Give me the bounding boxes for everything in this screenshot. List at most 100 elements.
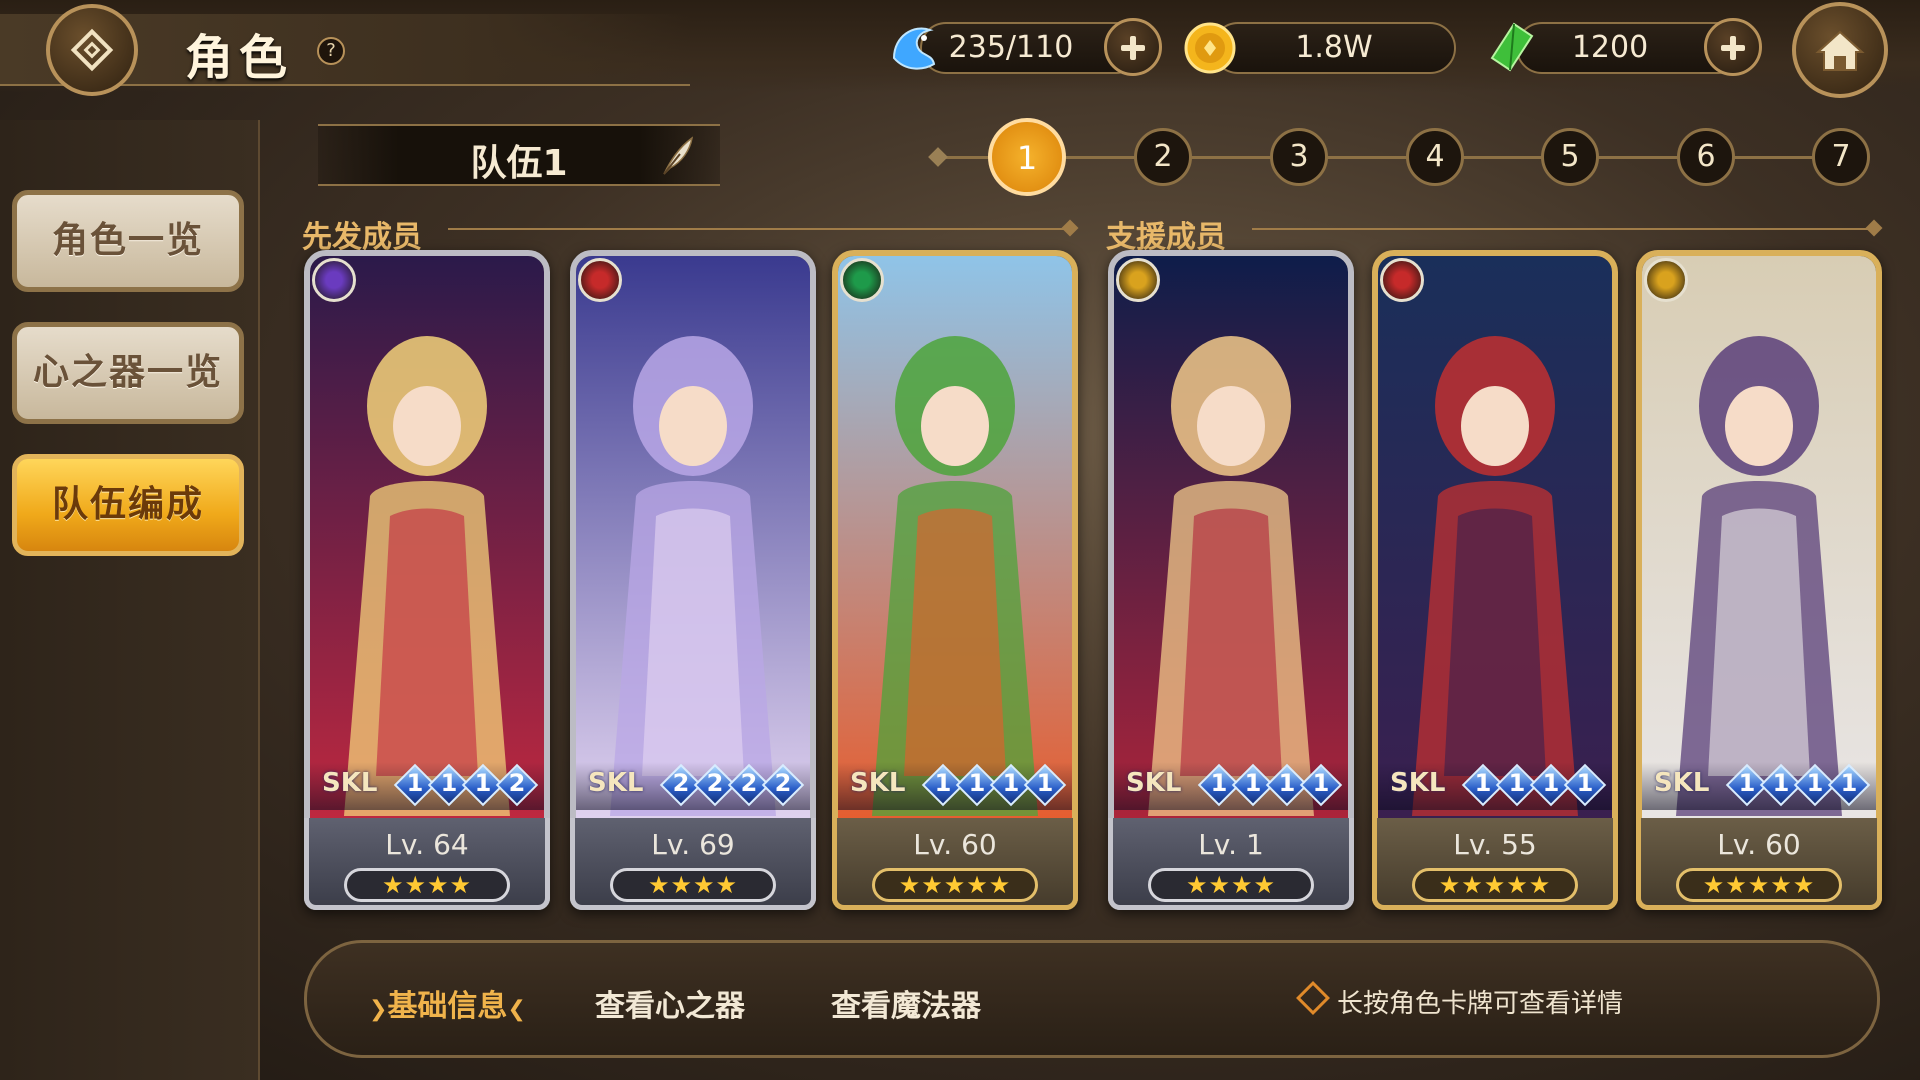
- element-light-icon: [1644, 258, 1688, 302]
- sidebar-item-character-list[interactable]: 角色一览: [12, 190, 244, 292]
- add-stamina-button[interactable]: [1104, 18, 1162, 76]
- sidebar-item-heart-vessel-list[interactable]: 心之器一览: [12, 322, 244, 424]
- element-wind-icon: [840, 258, 884, 302]
- green-crystal-icon: [1490, 22, 1534, 72]
- character-level: Lv. 55: [1453, 828, 1537, 861]
- team-page-6[interactable]: 6: [1677, 128, 1735, 186]
- skill-level: 1: [406, 769, 424, 797]
- skill-level: 1: [1278, 769, 1296, 797]
- skl-label: SKL: [850, 768, 906, 798]
- skill-level: 1: [440, 769, 458, 797]
- skill-level: 2: [508, 769, 526, 797]
- star-rating: ★★★★★: [872, 868, 1038, 902]
- skl-label: SKL: [1390, 768, 1446, 798]
- skill-level: 1: [1738, 769, 1756, 797]
- character-card[interactable]: SKL 1 1 1 1 Lv. 60 ★★★★★: [832, 250, 1078, 910]
- character-level: Lv. 1: [1198, 828, 1264, 861]
- skill-levels: SKL 1 1 1 2: [310, 762, 544, 810]
- add-gem-button[interactable]: [1704, 18, 1762, 76]
- element-dark-moon-icon: [312, 258, 356, 302]
- home-button[interactable]: [1792, 2, 1888, 98]
- team-page-3[interactable]: 3: [1270, 128, 1328, 186]
- tab-view-heart-vessel[interactable]: 查看心之器: [595, 981, 745, 1025]
- skill-level: 2: [774, 769, 792, 797]
- team-page-4[interactable]: 4: [1406, 128, 1464, 186]
- hint-diamond-icon: [1296, 981, 1330, 1015]
- starting-members-rule-end: [1061, 219, 1079, 237]
- skill-level: 1: [1508, 769, 1526, 797]
- gem-amount: 1200: [1571, 30, 1649, 65]
- character-card[interactable]: SKL 1 1 1 2 Lv. 64 ★★★★: [304, 250, 550, 910]
- character-card[interactable]: SKL 1 1 1 1 Lv. 1 ★★★★: [1108, 250, 1354, 910]
- tab-arrow-right-icon: ❮: [507, 997, 526, 1022]
- skill-level: 2: [706, 769, 724, 797]
- element-fire-icon: [1380, 258, 1424, 302]
- stamina-amount: 235/110: [948, 30, 1074, 65]
- character-card[interactable]: SKL 1 1 1 1 Lv. 55 ★★★★★: [1372, 250, 1618, 910]
- card-frame: [832, 250, 1078, 910]
- skl-label: SKL: [1126, 768, 1182, 798]
- home-icon: [1815, 30, 1865, 71]
- skl-label: SKL: [322, 768, 378, 798]
- card-frame: [1372, 250, 1618, 910]
- star-rating: ★★★★★: [1412, 868, 1578, 902]
- skill-level: 1: [1002, 769, 1020, 797]
- skill-levels: SKL 1 1 1 1: [838, 762, 1072, 810]
- card-frame: [570, 250, 816, 910]
- team-page-7[interactable]: 7: [1812, 128, 1870, 186]
- bottom-bar: ❯基础信息❮ 查看心之器 查看魔法器 长按角色卡牌可查看详情: [304, 940, 1880, 1058]
- character-card[interactable]: SKL 2 2 2 2 Lv. 69 ★★★★: [570, 250, 816, 910]
- skill-level: 1: [1542, 769, 1560, 797]
- back-button[interactable]: [46, 4, 138, 96]
- skl-label: SKL: [588, 768, 644, 798]
- tab-basic-info-label: 基础信息: [387, 989, 508, 1024]
- page-title: 角色: [185, 30, 294, 86]
- skill-level: 1: [1312, 769, 1330, 797]
- element-light-icon: [1116, 258, 1160, 302]
- skill-level: 1: [1840, 769, 1858, 797]
- character-level: Lv. 60: [1717, 828, 1801, 861]
- gold-coin-icon: [1184, 22, 1236, 74]
- character-level: Lv. 64: [385, 828, 469, 861]
- skill-level: 1: [1036, 769, 1054, 797]
- skill-level: 1: [474, 769, 492, 797]
- gold-amount: 1.8W: [1295, 30, 1373, 65]
- gold-display: 1.8W: [1212, 22, 1456, 74]
- tab-view-magic-device[interactable]: 查看魔法器: [831, 981, 981, 1025]
- skill-level: 2: [672, 769, 690, 797]
- skill-level: 1: [1210, 769, 1228, 797]
- star-rating: ★★★★: [344, 868, 510, 902]
- skill-level: 1: [1474, 769, 1492, 797]
- team-page-5[interactable]: 5: [1541, 128, 1599, 186]
- skill-level: 2: [740, 769, 758, 797]
- starting-members-rule: [448, 228, 1066, 230]
- element-fire-icon: [578, 258, 622, 302]
- skill-level: 1: [1244, 769, 1262, 797]
- skill-levels: SKL 2 2 2 2: [576, 762, 810, 810]
- hint-text: 长按角色卡牌可查看详情: [1337, 989, 1624, 1019]
- character-level: Lv. 60: [913, 828, 997, 861]
- character-level: Lv. 69: [651, 828, 735, 861]
- skill-levels: SKL 1 1 1 1: [1114, 762, 1348, 810]
- sidebar-item-team-formation[interactable]: 队伍编成: [12, 454, 244, 556]
- character-card[interactable]: SKL 1 1 1 1 Lv. 60 ★★★★★: [1636, 250, 1882, 910]
- help-icon[interactable]: ?: [317, 37, 345, 65]
- team-page-1[interactable]: 1: [988, 118, 1066, 196]
- card-frame: [1636, 250, 1882, 910]
- skill-level: 1: [1806, 769, 1824, 797]
- support-members-rule: [1252, 228, 1872, 230]
- tab-basic-info[interactable]: ❯基础信息❮: [369, 981, 526, 1025]
- team-page-2[interactable]: 2: [1134, 128, 1192, 186]
- star-rating: ★★★★: [610, 868, 776, 902]
- quill-pen-icon[interactable]: [660, 136, 696, 176]
- team-name-box[interactable]: 队伍1: [318, 124, 720, 186]
- diamond-back-icon: [70, 28, 114, 72]
- pager-start-marker: [928, 147, 948, 167]
- skill-levels: SKL 1 1 1 1: [1378, 762, 1612, 810]
- skill-level: 1: [1772, 769, 1790, 797]
- blue-dolphin-icon: [892, 27, 936, 70]
- card-frame: [1108, 250, 1354, 910]
- card-frame: [304, 250, 550, 910]
- skl-label: SKL: [1654, 768, 1710, 798]
- skill-level: 1: [1576, 769, 1594, 797]
